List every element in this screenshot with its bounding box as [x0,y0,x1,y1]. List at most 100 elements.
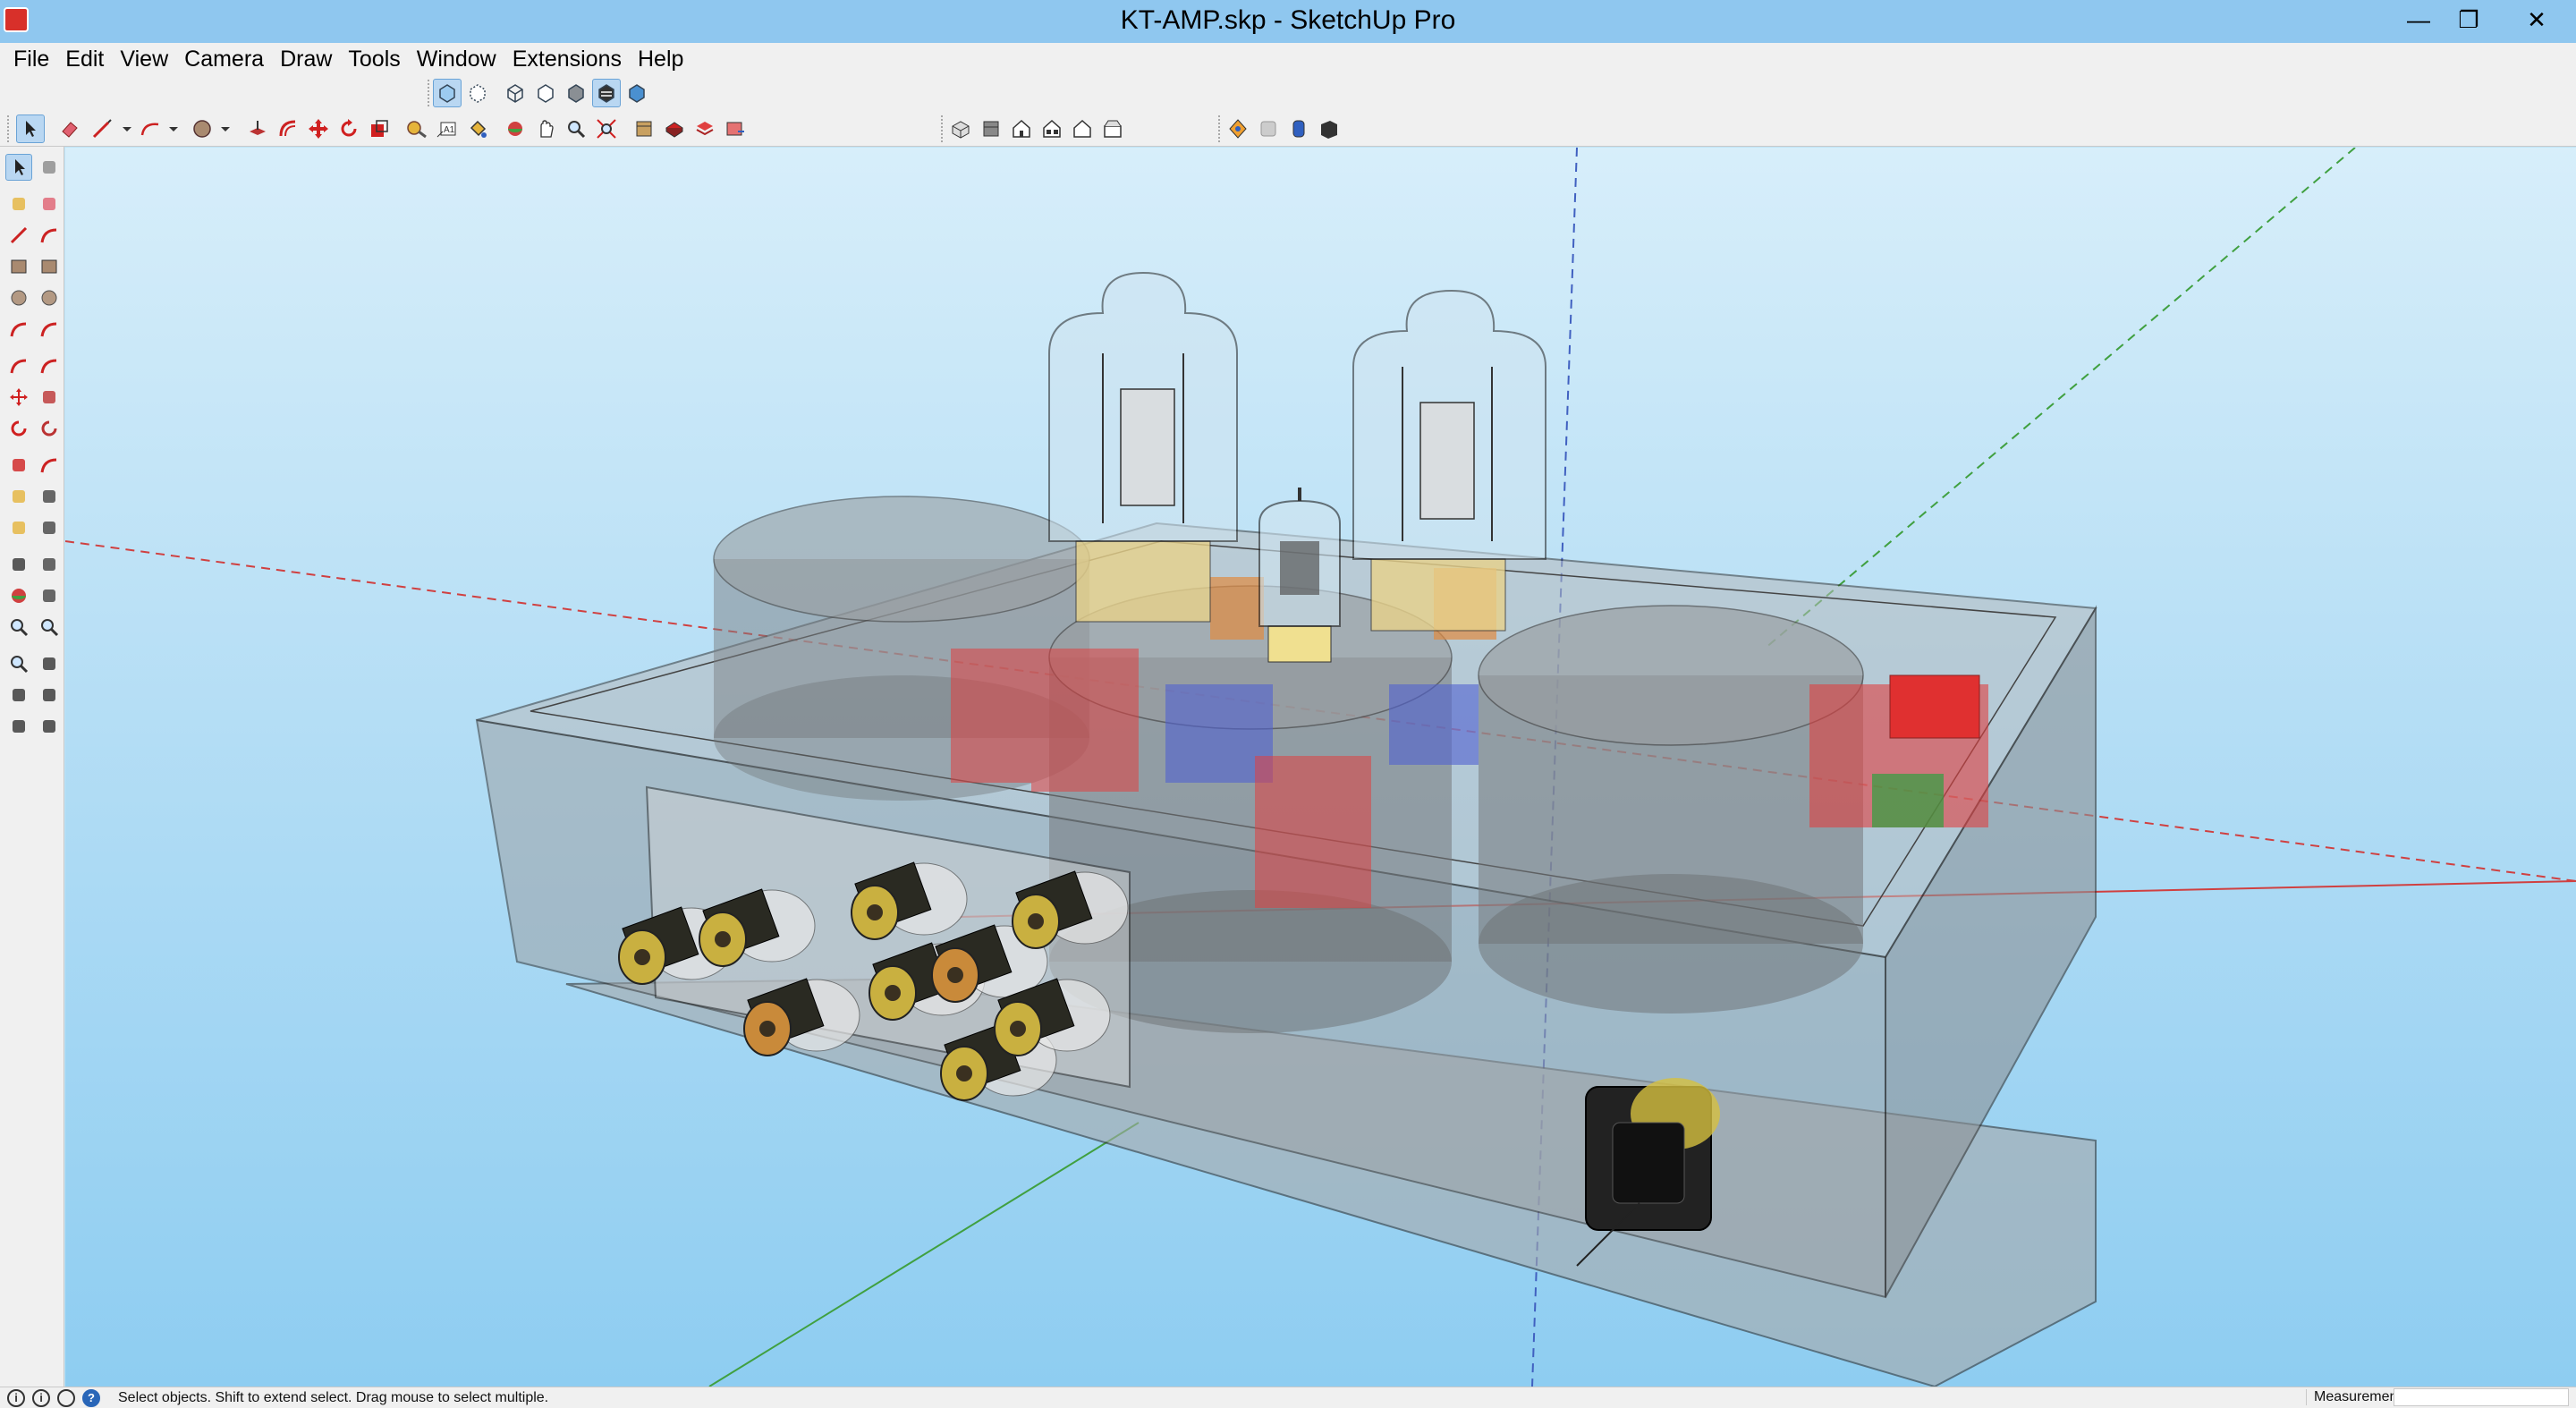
hidden-line-icon[interactable] [531,79,560,107]
select-icon[interactable] [16,115,45,143]
power-tube-left[interactable] [1048,271,1238,623]
left-view-icon[interactable] [1098,115,1127,143]
circle-icon[interactable] [5,284,32,311]
menu-view[interactable]: View [112,47,176,72]
wireframe-icon[interactable] [501,79,530,107]
menu-draw[interactable]: Draw [272,47,340,72]
pie-icon[interactable] [36,352,63,379]
rotated-rectangle-icon[interactable] [36,253,63,280]
select-icon[interactable] [5,154,32,181]
zoom-extents-icon[interactable] [5,650,32,677]
geo-location-icon[interactable]: i [7,1388,25,1407]
two-point-arc-icon[interactable] [36,316,63,343]
scale-icon[interactable] [5,452,32,479]
toolbar-grip[interactable] [428,80,431,106]
close-button[interactable]: ✕ [2497,0,2576,39]
warehouse-icon[interactable] [630,115,658,143]
dimension-icon[interactable] [36,483,63,510]
choke-coil[interactable] [1210,577,1264,640]
rotate-icon[interactable] [5,415,32,442]
send-to-layout-icon[interactable] [721,115,750,143]
shape-dropdown-icon[interactable] [211,115,240,143]
transformer-right[interactable] [1478,605,1864,1014]
toolbar-grip[interactable] [941,115,945,142]
monochrome-icon[interactable] [623,79,651,107]
section-fill-icon[interactable] [1315,115,1343,143]
menu-file[interactable]: File [5,47,57,72]
3d-text-icon[interactable] [36,551,63,578]
follow-me-icon[interactable] [36,415,63,442]
text-icon[interactable] [36,514,63,541]
paint-bucket-icon[interactable] [5,191,32,217]
tape-measure-icon[interactable] [5,483,32,510]
shaded-icon[interactable] [562,79,590,107]
offset-icon[interactable] [36,452,63,479]
model-scene[interactable] [65,148,2576,1387]
orbit-icon[interactable] [501,115,530,143]
polygon-icon[interactable] [36,284,63,311]
menu-edit[interactable]: Edit [57,47,112,72]
zoom-extents-icon[interactable] [592,115,621,143]
line-icon[interactable] [5,222,32,249]
offset-icon[interactable] [274,115,302,143]
menu-window[interactable]: Window [409,47,504,72]
previous-view-icon[interactable] [36,650,63,677]
credits-icon[interactable]: i [32,1388,50,1407]
capacitor-block[interactable] [1031,649,1139,792]
eraser-icon[interactable] [55,115,84,143]
menu-tools[interactable]: Tools [340,47,408,72]
pan-icon[interactable] [531,115,560,143]
top-view-icon[interactable] [977,115,1005,143]
move-icon[interactable] [304,115,333,143]
protractor-icon[interactable] [5,514,32,541]
section-plane-icon[interactable] [36,713,63,740]
scale-icon[interactable] [365,115,394,143]
power-switch[interactable] [1889,674,1980,739]
push-pull-icon[interactable] [36,384,63,411]
rotate-icon[interactable] [335,115,363,143]
xray-icon[interactable] [433,79,462,107]
menu-camera[interactable]: Camera [176,47,272,72]
menu-extensions[interactable]: Extensions [504,47,630,72]
text-icon[interactable]: A1 [433,115,462,143]
measurements-input[interactable] [2394,1388,2569,1406]
front-view-icon[interactable] [1007,115,1036,143]
rectangle-icon[interactable] [5,253,32,280]
move-icon[interactable] [5,384,32,411]
section-display-icon[interactable] [1254,115,1283,143]
toolbar-grip[interactable] [7,115,11,142]
extension-warehouse-icon[interactable] [660,115,689,143]
resistor-block[interactable] [1389,684,1479,765]
orbit-icon[interactable] [5,582,32,609]
instructor-help-icon[interactable]: ? [82,1388,100,1407]
capacitor-block[interactable] [951,649,1031,783]
arc-icon[interactable] [5,316,32,343]
tape-measure-icon[interactable] [402,115,431,143]
back-view-icon[interactable] [1068,115,1097,143]
capacitor-block[interactable] [1255,756,1371,908]
position-camera-icon[interactable] [5,682,32,708]
component-icon[interactable] [36,154,63,181]
layout-icon[interactable] [691,115,719,143]
push-pull-icon[interactable] [243,115,272,143]
section-cut-icon[interactable] [1284,115,1313,143]
right-view-icon[interactable] [1038,115,1066,143]
menu-help[interactable]: Help [630,47,691,72]
iso-view-icon[interactable] [946,115,975,143]
walk-icon[interactable] [5,713,32,740]
user-icon[interactable] [57,1388,75,1407]
drawing-viewport[interactable] [65,148,2576,1387]
freehand-icon[interactable] [36,222,63,249]
zoom-icon[interactable] [562,115,590,143]
look-around-icon[interactable] [36,682,63,708]
arc-dropdown-icon[interactable] [159,115,188,143]
shaded-textures-icon[interactable] [592,79,621,107]
section-plane-icon[interactable] [1224,115,1252,143]
paint-bucket-icon[interactable] [463,115,492,143]
preamp-tube[interactable] [1258,488,1341,663]
axes-icon[interactable] [5,551,32,578]
eraser-icon[interactable] [36,191,63,217]
zoom-window-icon[interactable] [36,614,63,640]
restore-button[interactable]: ❐ [2429,0,2508,39]
three-point-arc-icon[interactable] [5,352,32,379]
